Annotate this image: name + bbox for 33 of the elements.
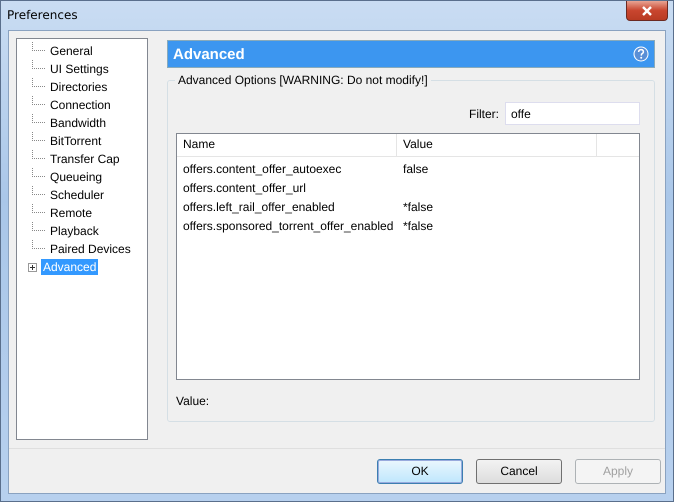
tree-item[interactable]: General: [48, 43, 95, 59]
section-title: Advanced: [173, 46, 245, 62]
close-button[interactable]: [626, 1, 668, 21]
tree-item[interactable]: Paired Devices: [48, 241, 133, 257]
group-title: Advanced Options [WARNING: Do not modify!]: [175, 73, 431, 87]
tree-item[interactable]: Bandwidth: [48, 115, 108, 131]
tree-item[interactable]: Transfer Cap: [48, 151, 122, 167]
expand-icon[interactable]: [28, 262, 37, 272]
tree-item[interactable]: Connection: [48, 97, 113, 113]
column-header[interactable]: Name: [177, 134, 397, 156]
filter-label: Filter:: [469, 106, 499, 120]
table-cell-text: false: [402, 162, 430, 176]
table-cell-text: offers.content_offer_url: [182, 180, 307, 194]
close-icon: [640, 6, 654, 16]
table-cell-text: offers.left_rail_offer_enabled: [182, 200, 336, 214]
table-cell-text: offers.sponsored_torrent_offer_enabled: [182, 218, 394, 232]
tree-item[interactable]: Scheduler: [48, 187, 106, 203]
help-icon[interactable]: [633, 46, 649, 62]
window-title: Preferences: [7, 8, 78, 22]
dialog-button[interactable]: OK: [377, 458, 463, 484]
filter-field[interactable]: offe: [505, 102, 640, 125]
dialog-button[interactable]: Cancel: [476, 458, 562, 484]
table-cell-text: offers.content_offer_autoexec: [182, 162, 342, 176]
table-cell-text: *false: [402, 200, 434, 214]
value-label: Value:: [176, 394, 210, 408]
column-header[interactable]: Value: [397, 134, 597, 156]
table-cell-text: *false: [402, 218, 434, 232]
tree-item[interactable]: BitTorrent: [48, 133, 104, 149]
tree-item[interactable]: Directories: [48, 79, 110, 95]
tree-item[interactable]: UI Settings: [48, 61, 111, 77]
tree-item[interactable]: Queueing: [48, 169, 104, 185]
tree-item[interactable]: Playback: [48, 223, 101, 239]
tree-item[interactable]: Remote: [48, 205, 94, 221]
